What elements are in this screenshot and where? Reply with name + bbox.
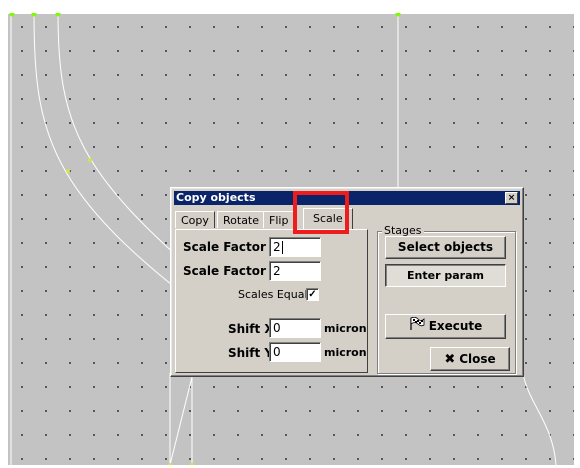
tab-label: Flip (269, 214, 289, 227)
scale-tab-highlight (293, 191, 349, 234)
tab-flip[interactable]: Flip (263, 211, 295, 228)
tab-label: Rotate (223, 214, 260, 227)
scale-factor-x-label: Scale Factor X (183, 240, 280, 254)
select-objects-label: Select objects (397, 240, 494, 254)
shift-y-value: 0 (273, 345, 281, 359)
close-icon[interactable]: × (505, 192, 518, 204)
vertex-handle (395, 13, 401, 17)
shift-x-unit: micron (324, 322, 367, 335)
scales-equal-checkbox[interactable]: ✓ (306, 288, 319, 301)
close-button[interactable]: ✖ Close (430, 347, 510, 371)
tab-label: Copy (181, 214, 209, 227)
vertex-handle (66, 169, 70, 173)
scale-factor-y-label: Scale Factor Y (183, 264, 279, 278)
scale-factor-y-value: 2 (273, 264, 281, 278)
checkered-flag-icon (409, 315, 425, 338)
shift-y-unit: micron (324, 346, 367, 359)
vertex-handle (31, 13, 37, 17)
copy-objects-dialog: Copy objects × Copy Rotate Flip Scale Sc… (170, 187, 524, 377)
vertex-handle (190, 463, 194, 465)
shift-y-label: Shift Y (228, 346, 274, 360)
curve-line-3 (522, 372, 557, 465)
dialog-title: Copy objects (176, 191, 256, 204)
tab-copy[interactable]: Copy (175, 211, 215, 228)
text-caret (281, 241, 283, 254)
tab-rotate[interactable]: Rotate (217, 211, 266, 228)
vertex-handle (9, 13, 15, 17)
x-mark-icon: ✖ (444, 352, 456, 367)
scale-factor-y-input[interactable]: 2 (269, 261, 321, 281)
vertex-handle (168, 463, 172, 465)
scale-factor-x-input[interactable]: 2 (269, 237, 321, 257)
enter-param-button[interactable]: Enter param (385, 264, 506, 287)
vertex-handle (55, 13, 61, 17)
shift-x-label: Shift X (228, 322, 274, 336)
shift-y-input[interactable]: 0 (269, 342, 321, 362)
shift-x-value: 0 (273, 321, 281, 335)
shift-x-input[interactable]: 0 (269, 318, 321, 338)
execute-button[interactable]: Execute (385, 314, 506, 339)
vertex-handle (88, 158, 92, 162)
close-label: Close (459, 352, 496, 366)
execute-label: Execute (428, 319, 483, 333)
select-objects-button[interactable]: Select objects (385, 236, 506, 259)
scale-factor-x-value: 2 (273, 240, 281, 254)
enter-param-label: Enter param (407, 269, 484, 282)
scales-equal-label: Scales Equal (238, 288, 308, 301)
